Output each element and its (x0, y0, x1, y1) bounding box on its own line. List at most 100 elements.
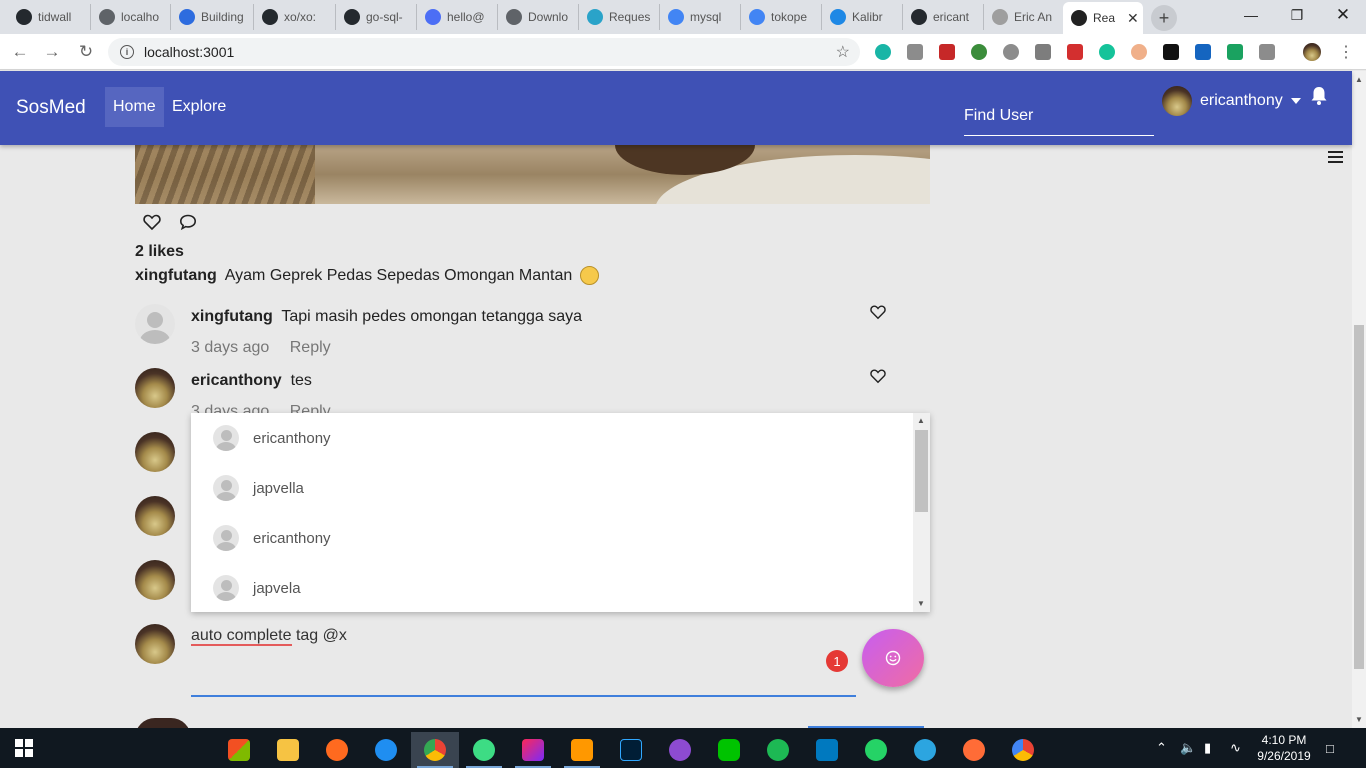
mention-suggestion[interactable]: japvela (191, 563, 913, 612)
dropdown-scrollbar[interactable]: ▲ ▼ (913, 413, 930, 612)
trello-icon[interactable] (803, 732, 851, 768)
extension-mail-icon[interactable] (1003, 44, 1019, 60)
browser-tab[interactable]: Reques (578, 4, 659, 30)
extension-css-icon[interactable] (1195, 44, 1211, 60)
sublime-text-icon[interactable] (558, 732, 606, 768)
hamburger-menu-icon[interactable] (1328, 151, 1343, 164)
browser-tab[interactable]: go-sql- (335, 4, 416, 30)
minimize-button[interactable]: — (1228, 0, 1274, 30)
firefox-icon[interactable] (313, 732, 361, 768)
whatsapp-icon[interactable] (852, 732, 900, 768)
nav-explore[interactable]: Explore (164, 87, 234, 127)
notification-bell-icon[interactable] (1310, 86, 1328, 106)
comment-author[interactable]: xingfutang (191, 308, 273, 325)
extension-shield-icon[interactable] (1227, 44, 1243, 60)
caption-author[interactable]: xingfutang (135, 267, 217, 285)
suggestion-username: japvela (253, 579, 301, 597)
chrome-canary-icon[interactable] (999, 732, 1047, 768)
photoshop-icon[interactable] (607, 732, 655, 768)
user-menu[interactable]: ericanthony (1162, 86, 1301, 116)
extension-chat-icon[interactable] (1035, 44, 1051, 60)
extension-m-icon[interactable] (875, 44, 891, 60)
extension-pdf-icon[interactable] (939, 44, 955, 60)
tray-chevron-up-icon[interactable]: ⌃ (1156, 728, 1167, 768)
postman-icon[interactable] (950, 732, 998, 768)
browser-tab[interactable]: localho (90, 4, 170, 30)
line-icon[interactable] (705, 732, 753, 768)
book-icon (587, 9, 603, 25)
browser-tab[interactable]: Downlo (497, 4, 578, 30)
firefox-dev-icon[interactable] (362, 732, 410, 768)
like-heart-icon[interactable] (143, 213, 161, 231)
reply-link[interactable]: Reply (290, 339, 331, 356)
nav-home[interactable]: Home (105, 87, 164, 127)
dropdown-scroll-thumb[interactable] (915, 430, 928, 512)
reload-icon[interactable]: ↻ (74, 40, 98, 64)
browser-tab[interactable]: tidwall (8, 4, 90, 30)
browser-tab[interactable]: ericant (902, 4, 983, 30)
extension-bulb-icon[interactable] (1131, 44, 1147, 60)
comment-like-heart-icon[interactable] (869, 368, 887, 384)
wifi-icon[interactable]: ∿ (1230, 728, 1241, 768)
spotify-icon[interactable] (754, 732, 802, 768)
comment-avatar[interactable] (135, 432, 175, 472)
comment-avatar[interactable] (135, 496, 175, 536)
page-scroll-thumb[interactable] (1354, 325, 1364, 669)
comment-bubble-icon[interactable] (179, 213, 197, 231)
android-studio-icon[interactable] (460, 732, 508, 768)
new-tab-button[interactable]: + (1151, 5, 1177, 31)
profile-avatar-icon[interactable] (1303, 43, 1321, 61)
brand-logo[interactable]: SosMed (16, 97, 86, 119)
comment-input[interactable]: auto complete tag @x (191, 627, 856, 697)
extension-globe-icon[interactable] (971, 44, 987, 60)
browser-tab[interactable]: hello@ (416, 4, 497, 30)
mention-suggestion[interactable]: ericanthony (191, 513, 913, 563)
store-icon[interactable] (215, 732, 263, 768)
battery-icon[interactable]: ▮ (1204, 728, 1211, 768)
browser-tab[interactable]: tokope (740, 4, 821, 30)
jetbrains-icon[interactable] (1163, 44, 1179, 60)
extension-drive-icon[interactable] (907, 44, 923, 60)
windows-start-icon[interactable] (0, 730, 48, 766)
chevron-down-icon (1290, 98, 1301, 104)
forward-icon[interactable]: → (40, 40, 64, 64)
extension-red-icon[interactable] (1067, 44, 1083, 60)
bookmark-star-icon[interactable]: ☆ (836, 42, 850, 62)
emoji-picker-button[interactable] (862, 629, 924, 687)
intellij-icon[interactable] (509, 732, 557, 768)
file-explorer-icon[interactable] (264, 732, 312, 768)
page-scrollbar[interactable]: ▲ ▼ (1352, 71, 1366, 728)
mention-suggestion[interactable]: japvella (191, 463, 913, 513)
browser-tab[interactable]: Rea ✕ (1063, 2, 1143, 34)
telegram-icon[interactable] (901, 732, 949, 768)
action-center-icon[interactable]: □ (1326, 728, 1334, 768)
camera-icon[interactable] (1259, 44, 1275, 60)
mention-suggestion[interactable]: ericanthony (191, 413, 913, 463)
browser-tab[interactable]: xo/xo: (253, 4, 335, 30)
github-icon (344, 9, 360, 25)
grammarly-icon[interactable] (1099, 44, 1115, 60)
info-icon[interactable]: i (120, 45, 134, 59)
comment-avatar[interactable] (135, 368, 175, 408)
close-tab-icon[interactable]: ✕ (1127, 10, 1139, 27)
back-icon[interactable]: ← (8, 40, 32, 64)
menu-dots-icon[interactable]: ⋮ (1334, 40, 1358, 64)
address-bar[interactable]: i localhost:3001 ☆ (108, 38, 860, 66)
comment-avatar[interactable] (135, 304, 175, 344)
loading-icon (992, 9, 1008, 25)
volume-icon[interactable]: 🔈 (1180, 728, 1196, 768)
system-clock[interactable]: 4:10 PM 9/26/2019 (1252, 732, 1316, 764)
browser-tab[interactable]: mysql (659, 4, 740, 30)
restore-button[interactable]: ❐ (1274, 0, 1320, 30)
comment-avatar[interactable] (135, 560, 175, 600)
post-caption: xingfutang Ayam Geprek Pedas Sepedas Omo… (135, 266, 600, 285)
browser-tab[interactable]: Building (170, 4, 253, 30)
comment-author[interactable]: ericanthony (191, 372, 282, 389)
github-desktop-icon[interactable] (656, 732, 704, 768)
comment-like-heart-icon[interactable] (869, 304, 887, 320)
chrome-icon[interactable] (411, 732, 459, 768)
browser-tab[interactable]: Eric An (983, 4, 1063, 30)
browser-tab[interactable]: Kalibr (821, 4, 902, 30)
close-window-button[interactable]: ✕ (1320, 0, 1366, 30)
find-user-input[interactable]: Find User (964, 106, 1154, 136)
